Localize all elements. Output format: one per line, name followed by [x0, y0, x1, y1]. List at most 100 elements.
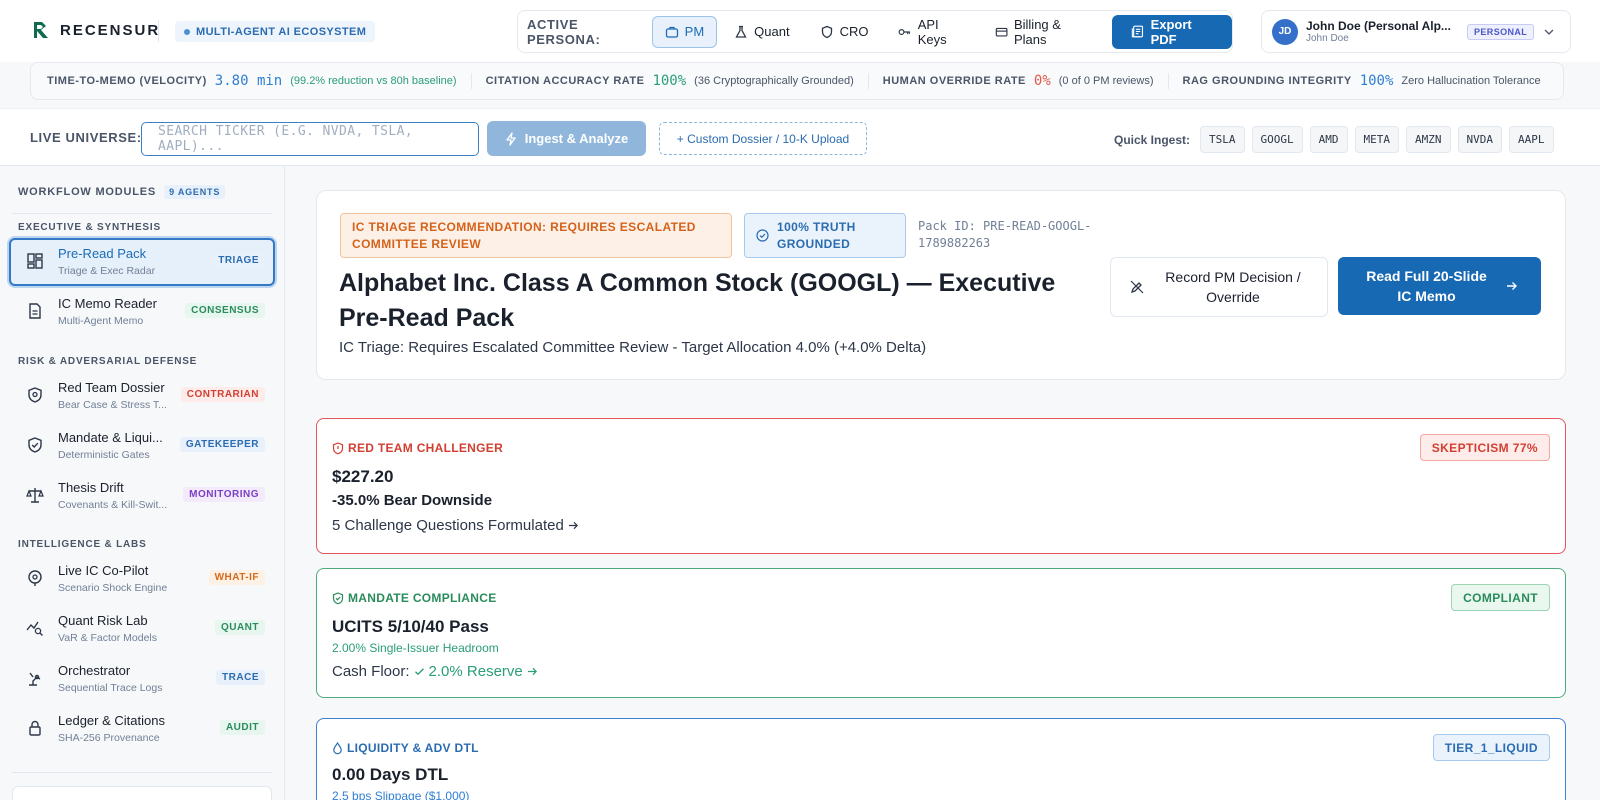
sidebar-item-subtitle: Triage & Exec Radar	[58, 265, 156, 277]
metric-value: 3.80 min	[214, 73, 283, 89]
red-team-title: RED TEAM CHALLENGER	[348, 441, 504, 455]
sidebar-item-red-team-dossier[interactable]: Red Team Dossier Bear Case & Stress T...…	[9, 372, 275, 420]
lock-icon	[29, 720, 41, 736]
sidebar-item-mandate-liquidity[interactable]: Mandate & Liqui... Deterministic Gates G…	[9, 422, 275, 470]
persona-label: ACTIVE PERSONA:	[527, 16, 601, 47]
key-icon	[899, 28, 911, 35]
persona-switcher: ACTIVE PERSONA: PM Quant CRO API Keys Bi…	[517, 10, 1233, 53]
sidebar: WORKFLOW MODULES 9 AGENTS EXECUTIVE & SY…	[0, 166, 285, 800]
page-subtitle: IC Triage: Requires Escalated Committee …	[339, 339, 927, 356]
sidebar-item-live-ic-copilot[interactable]: Live IC Co-Pilot Scenario Shock Engine W…	[9, 555, 275, 603]
status-dot	[184, 28, 190, 35]
metric-note: (99.2% reduction vs 80h baseline)	[290, 75, 457, 87]
ingest-bar: LIVE UNIVERSE: SEARCH TICKER (E.G. NVDA,…	[0, 108, 1600, 166]
persona-pm-button[interactable]: PM	[651, 15, 718, 48]
card-title: LIQUIDITY & ADV DTL	[332, 741, 479, 755]
sidebar-item-subtitle: Scenario Shock Engine	[58, 582, 168, 594]
quick-ticker-amd[interactable]: AMD	[1309, 126, 1348, 153]
read-full-memo-label: Read Full 20-Slide IC Memo	[1366, 268, 1487, 304]
check-circle-icon	[756, 229, 769, 242]
persona-pm-label: PM	[684, 24, 705, 39]
sidebar-item-thesis-drift[interactable]: Thesis Drift Covenants & Kill-Swit... MO…	[9, 472, 275, 520]
triage-recommendation-badge: IC TRIAGE RECOMMENDATION: REQUIRES ESCAL…	[340, 213, 732, 258]
bolt-icon	[506, 131, 516, 146]
liquidity-title: LIQUIDITY & ADV DTL	[347, 741, 479, 755]
recensur-logo-icon	[34, 22, 48, 38]
sidebar-item-tag: TRACE	[216, 670, 265, 685]
ticker-search-input[interactable]: SEARCH TICKER (E.G. NVDA, TSLA, AAPL)...	[141, 122, 479, 156]
quick-ticker-meta[interactable]: META	[1354, 126, 1400, 153]
sidebar-item-title: IC Memo Reader	[58, 296, 157, 311]
persona-quant-button[interactable]: Quant	[721, 16, 802, 48]
ecosystem-label: MULTI-AGENT AI ECOSYSTEM	[196, 25, 367, 38]
sidebar-item-ic-memo-reader[interactable]: IC Memo Reader Multi-Agent Memo CONSENSU…	[9, 288, 275, 336]
red-team-price: $227.20	[332, 467, 394, 486]
quick-ticker-nvda[interactable]: NVDA	[1457, 126, 1503, 153]
skepticism-badge: SKEPTICISM 77%	[1419, 434, 1550, 461]
challenge-questions-link[interactable]: 5 Challenge Questions Formulated	[332, 517, 579, 534]
user-menu[interactable]: JD John Doe (Personal Alp... John Doe PE…	[1261, 10, 1571, 53]
sidebar-item-subtitle: Covenants & Kill-Swit...	[58, 499, 168, 511]
chevron-down-icon	[1544, 29, 1554, 35]
persona-cro-button[interactable]: CRO	[807, 16, 882, 48]
metric-note: (36 Cryptographically Grounded)	[694, 75, 854, 87]
record-decision-button[interactable]: Record PM Decision / Override	[1110, 257, 1328, 317]
ingest-analyze-button[interactable]: Ingest & Analyze	[487, 121, 646, 156]
avatar: JD	[1272, 18, 1298, 45]
robot-arm-icon	[29, 672, 41, 686]
metric-value: 0%	[1033, 73, 1051, 89]
billing-label: Billing & Plans	[1013, 16, 1061, 47]
mandate-compliance-card[interactable]: MANDATE COMPLIANCE COMPLIANT UCITS 5/10/…	[316, 568, 1566, 698]
sidebar-item-subtitle: VaR & Factor Models	[58, 632, 158, 644]
shield-alert-icon	[332, 441, 344, 454]
slippage-estimate: 2.5 bps Slippage ($1,000)	[332, 789, 470, 800]
persona-quant-label: Quant	[754, 24, 790, 39]
kpi-strip: TIME-TO-MEMO (VELOCITY) 3.80 min (99.2% …	[30, 62, 1564, 100]
quick-ticker-amzn[interactable]: AMZN	[1406, 126, 1451, 153]
cash-floor-value: 2.0% Reserve	[428, 663, 523, 680]
shield-check-icon	[332, 591, 344, 604]
quick-ticker-googl[interactable]: GOOGL	[1251, 126, 1303, 153]
user-subname: John Doe	[1306, 33, 1349, 44]
shield-alert-icon	[28, 387, 42, 403]
truth-grounded-badge: 100% TRUTH GROUNDED	[744, 213, 906, 258]
agents-count-badge: 9 AGENTS	[164, 185, 226, 199]
liquidity-card[interactable]: LIQUIDITY & ADV DTL TIER_1_LIQUID 0.00 D…	[316, 718, 1566, 800]
section-risk: RISK & ADVERSARIAL DEFENSE	[18, 356, 198, 367]
record-decision-label: Record PM Decision / Override	[1165, 269, 1301, 305]
sidebar-item-title: Thesis Drift	[58, 480, 124, 495]
brand-name: RECENSUR	[60, 21, 161, 39]
sidebar-item-quant-risk-lab[interactable]: Quant Risk Lab VaR & Factor Models QUANT	[9, 605, 275, 653]
sidebar-item-tag: CONTRARIAN	[180, 387, 265, 402]
quick-ticker-tsla[interactable]: TSLA	[1200, 126, 1245, 153]
red-team-card[interactable]: RED TEAM CHALLENGER SKEPTICISM 77% $227.…	[316, 418, 1566, 554]
custom-upload-button[interactable]: + Custom Dossier / 10-K Upload	[659, 122, 867, 155]
cash-floor-label: Cash Floor:	[332, 663, 410, 680]
metric-label: TIME-TO-MEMO (VELOCITY)	[47, 75, 207, 87]
export-pdf-label: Export PDF	[1150, 16, 1192, 47]
sidebar-item-tag: MONITORING	[183, 487, 265, 502]
quick-ticker-aapl[interactable]: AAPL	[1509, 126, 1554, 153]
sidebar-item-subtitle: Bear Case & Stress T...	[58, 399, 167, 411]
days-to-liquidate: 0.00 Days DTL	[332, 765, 449, 784]
sidebar-item-title: Pre-Read Pack	[58, 246, 147, 261]
sidebar-item-title: Red Team Dossier	[58, 380, 165, 395]
sidebar-item-pre-read-pack[interactable]: Pre-Read Pack Triage & Exec Radar TRIAGE	[9, 238, 275, 286]
sidebar-item-tag: AUDIT	[219, 720, 265, 735]
sidebar-item-ledger-citations[interactable]: Ledger & Citations SHA-256 Provenance AU…	[9, 705, 275, 753]
api-keys-button[interactable]: API Keys	[885, 16, 977, 48]
scale-icon	[26, 488, 44, 503]
export-pdf-button[interactable]: Export PDF	[1112, 14, 1232, 49]
sidebar-item-subtitle: Multi-Agent Memo	[58, 315, 144, 327]
sidebar-item-orchestrator[interactable]: Orchestrator Sequential Trace Logs TRACE	[9, 655, 275, 703]
billing-button[interactable]: Billing & Plans	[982, 16, 1101, 48]
sidebar-header: WORKFLOW MODULES 9 AGENTS	[18, 185, 226, 199]
document-icon	[29, 303, 41, 319]
metric-value: 100%	[652, 73, 687, 89]
quick-ingest-label: Quick Ingest:	[1114, 132, 1191, 147]
compliant-badge: COMPLIANT	[1451, 584, 1550, 611]
read-full-memo-button[interactable]: Read Full 20-Slide IC Memo	[1338, 257, 1541, 315]
brand[interactable]: RECENSUR	[32, 20, 160, 40]
sidebar-item-title: Live IC Co-Pilot	[58, 563, 149, 578]
user-name-block: John Doe (Personal Alp... John Doe	[1306, 19, 1461, 44]
